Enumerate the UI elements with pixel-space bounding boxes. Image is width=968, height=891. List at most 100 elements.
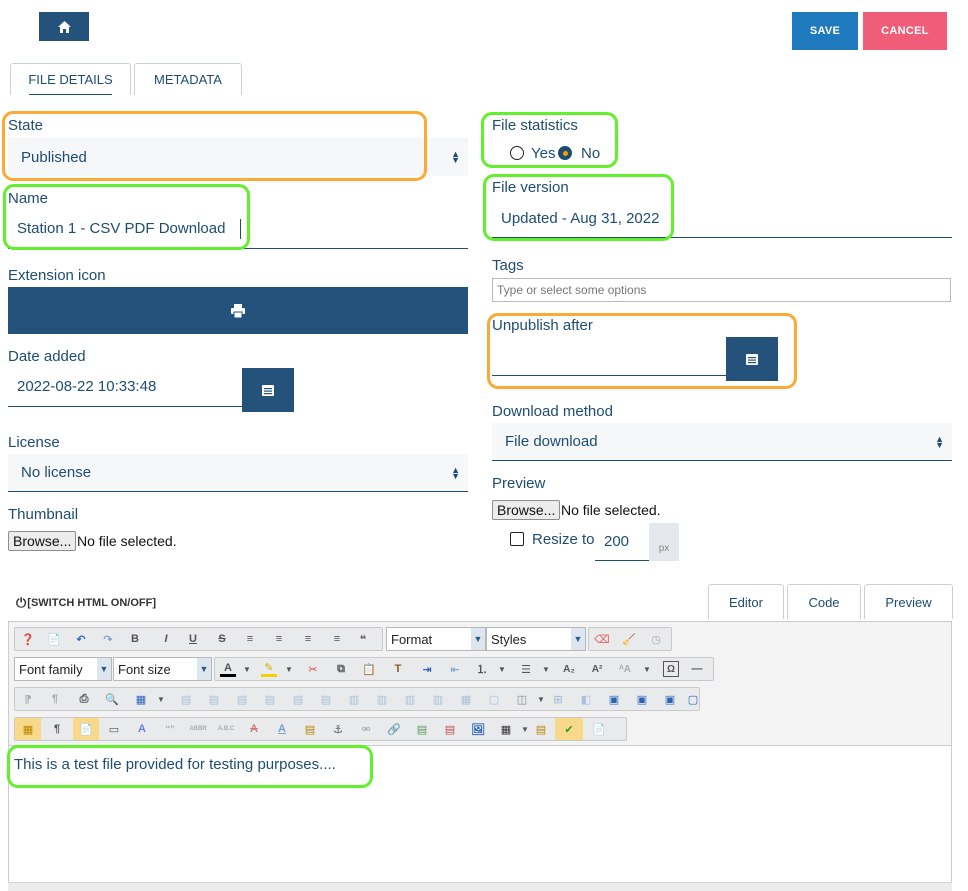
- tags-input[interactable]: Type or select some options: [492, 278, 951, 302]
- special-char-icon[interactable]: Ω: [663, 661, 679, 677]
- italic-icon[interactable]: I: [158, 631, 174, 647]
- image-icon[interactable]: ▭: [106, 721, 122, 737]
- insert-row-after-icon[interactable]: ▤: [262, 691, 278, 707]
- bold-icon[interactable]: B: [127, 631, 143, 647]
- tab-metadata[interactable]: METADATA: [134, 63, 242, 95]
- paragraph-rtl-icon[interactable]: ¶: [47, 691, 63, 707]
- styles-select[interactable]: Styles ▼: [486, 627, 586, 651]
- bullet-list-icon[interactable]: ☰: [518, 661, 534, 677]
- cell-props-icon[interactable]: ▢: [486, 691, 502, 707]
- cancel-button[interactable]: CANCEL: [863, 12, 947, 50]
- insert-col-after-icon[interactable]: ▥: [374, 691, 390, 707]
- paste-icon[interactable]: 📋: [361, 661, 377, 677]
- chevron-down-icon[interactable]: ▼: [494, 661, 510, 677]
- move-forward-icon[interactable]: ▣: [634, 691, 650, 707]
- date-added-input[interactable]: 2022-08-22 10:33:48: [8, 368, 242, 407]
- attributes-icon[interactable]: ▤: [302, 721, 318, 737]
- chevron-down-icon[interactable]: ▼: [517, 721, 533, 737]
- style-props-icon[interactable]: A: [134, 721, 150, 737]
- chevron-down-icon[interactable]: ▼: [281, 661, 297, 677]
- insert-file-icon[interactable]: ▤: [414, 721, 430, 737]
- show-blocks-icon[interactable]: ¶: [49, 721, 65, 737]
- indent-icon[interactable]: ⇥: [419, 661, 435, 677]
- spellcheck-icon[interactable]: ✔: [555, 718, 583, 740]
- numbered-list-icon[interactable]: ⒈: [474, 661, 490, 677]
- chevron-down-icon[interactable]: ▼: [639, 661, 655, 677]
- preview-browse-button[interactable]: Browse...: [492, 500, 561, 520]
- table-icon[interactable]: ▦: [133, 691, 149, 707]
- delete-table-icon[interactable]: ▤: [178, 691, 194, 707]
- page-break-icon[interactable]: ▤: [533, 721, 549, 737]
- link-icon[interactable]: 🔗: [386, 721, 402, 737]
- table-column-icon[interactable]: ▥: [402, 691, 418, 707]
- text-color-icon[interactable]: A: [220, 661, 236, 677]
- download-method-select[interactable]: File download ▲ ▼: [492, 423, 952, 461]
- undo-icon[interactable]: ↶: [73, 631, 89, 647]
- template-icon[interactable]: 📄: [73, 718, 99, 740]
- switch-html-toggle[interactable]: ⏻ [SWITCH HTML ON/OFF]: [16, 595, 156, 611]
- delete-file-icon[interactable]: ▤: [442, 721, 458, 737]
- acronym-icon[interactable]: A.B.C: [218, 721, 234, 737]
- font-size-select[interactable]: Font size ▼: [113, 657, 212, 681]
- print-icon[interactable]: ⎙: [76, 691, 92, 707]
- tab-editor[interactable]: Editor: [708, 584, 784, 619]
- date-added-calendar-button[interactable]: [242, 368, 294, 412]
- insert-row-before-icon[interactable]: ▤: [234, 691, 250, 707]
- table-cell-icon[interactable]: ▦: [458, 691, 474, 707]
- table-row-icon[interactable]: ▤: [206, 691, 222, 707]
- resize-checkbox[interactable]: [510, 532, 524, 546]
- home-button[interactable]: [39, 12, 89, 41]
- align-center-icon[interactable]: ≡: [271, 631, 287, 647]
- font-family-select[interactable]: Font family ▼: [14, 657, 112, 681]
- save-button[interactable]: SAVE: [792, 12, 858, 50]
- insertion-icon[interactable]: A: [274, 721, 290, 737]
- align-left-icon[interactable]: ≡: [300, 631, 316, 647]
- copy-icon[interactable]: ⧉: [333, 661, 349, 677]
- history-icon[interactable]: ◷: [648, 631, 664, 647]
- visual-aid-icon[interactable]: ▦: [15, 718, 41, 740]
- absolute-layer-icon[interactable]: ▢: [685, 691, 701, 707]
- horizontal-rule-icon[interactable]: —: [689, 661, 705, 677]
- help-icon[interactable]: ❓: [20, 631, 36, 647]
- move-backward-icon[interactable]: ▣: [662, 691, 678, 707]
- blockquote-icon[interactable]: ❝: [355, 631, 371, 647]
- insert-layer-icon[interactable]: ▣: [606, 691, 622, 707]
- chevron-down-icon[interactable]: ▼: [533, 691, 549, 707]
- format-select[interactable]: Format ▼: [386, 627, 486, 651]
- resize-width-input[interactable]: 200: [595, 523, 649, 561]
- strikethrough-icon[interactable]: S: [214, 631, 230, 647]
- merge-cells-icon[interactable]: ⊞: [550, 691, 566, 707]
- quote-icon[interactable]: “”: [162, 721, 178, 737]
- table-row-icon[interactable]: ▤: [290, 691, 306, 707]
- abbreviation-icon[interactable]: ABBR: [189, 721, 206, 737]
- justify-icon[interactable]: ≡: [242, 631, 258, 647]
- deletion-icon[interactable]: A: [246, 721, 262, 737]
- tab-code[interactable]: Code: [787, 584, 861, 619]
- split-cells-icon[interactable]: ◧: [578, 691, 594, 707]
- delete-col-icon[interactable]: ▥: [430, 691, 446, 707]
- subscript-icon[interactable]: A₂: [561, 661, 577, 677]
- license-select[interactable]: No license ▲ ▼: [8, 454, 468, 492]
- chevron-down-icon[interactable]: ▼: [538, 661, 554, 677]
- outdent-icon[interactable]: ⇤: [447, 661, 463, 677]
- thumbnail-browse-button[interactable]: Browse...: [8, 531, 77, 551]
- redo-icon[interactable]: ↷: [100, 631, 116, 647]
- font-scale-icon[interactable]: ᴬA: [617, 661, 633, 677]
- document-props-icon[interactable]: 📄: [591, 721, 607, 737]
- new-page-icon[interactable]: 📄: [46, 631, 62, 647]
- highlight-color-icon[interactable]: ✎: [261, 661, 277, 677]
- extension-icon-button[interactable]: [8, 287, 468, 334]
- eraser-icon[interactable]: ⌫: [594, 631, 610, 647]
- paragraph-ltr-icon[interactable]: ⁋: [20, 691, 36, 707]
- chevron-down-icon[interactable]: ▼: [239, 661, 255, 677]
- tab-preview[interactable]: Preview: [864, 584, 953, 619]
- split-cell-icon[interactable]: ◫: [514, 691, 530, 707]
- paste-text-icon[interactable]: T: [390, 661, 406, 677]
- delete-row-icon[interactable]: ▤: [318, 691, 334, 707]
- cut-icon[interactable]: ✂: [305, 661, 321, 677]
- anchor-icon[interactable]: ⚓: [330, 721, 346, 737]
- media-icon[interactable]: ▦: [498, 721, 514, 737]
- underline-icon[interactable]: U: [185, 631, 201, 647]
- find-icon[interactable]: 🔍: [104, 691, 120, 707]
- tab-file-details[interactable]: FILE DETAILS: [10, 63, 131, 95]
